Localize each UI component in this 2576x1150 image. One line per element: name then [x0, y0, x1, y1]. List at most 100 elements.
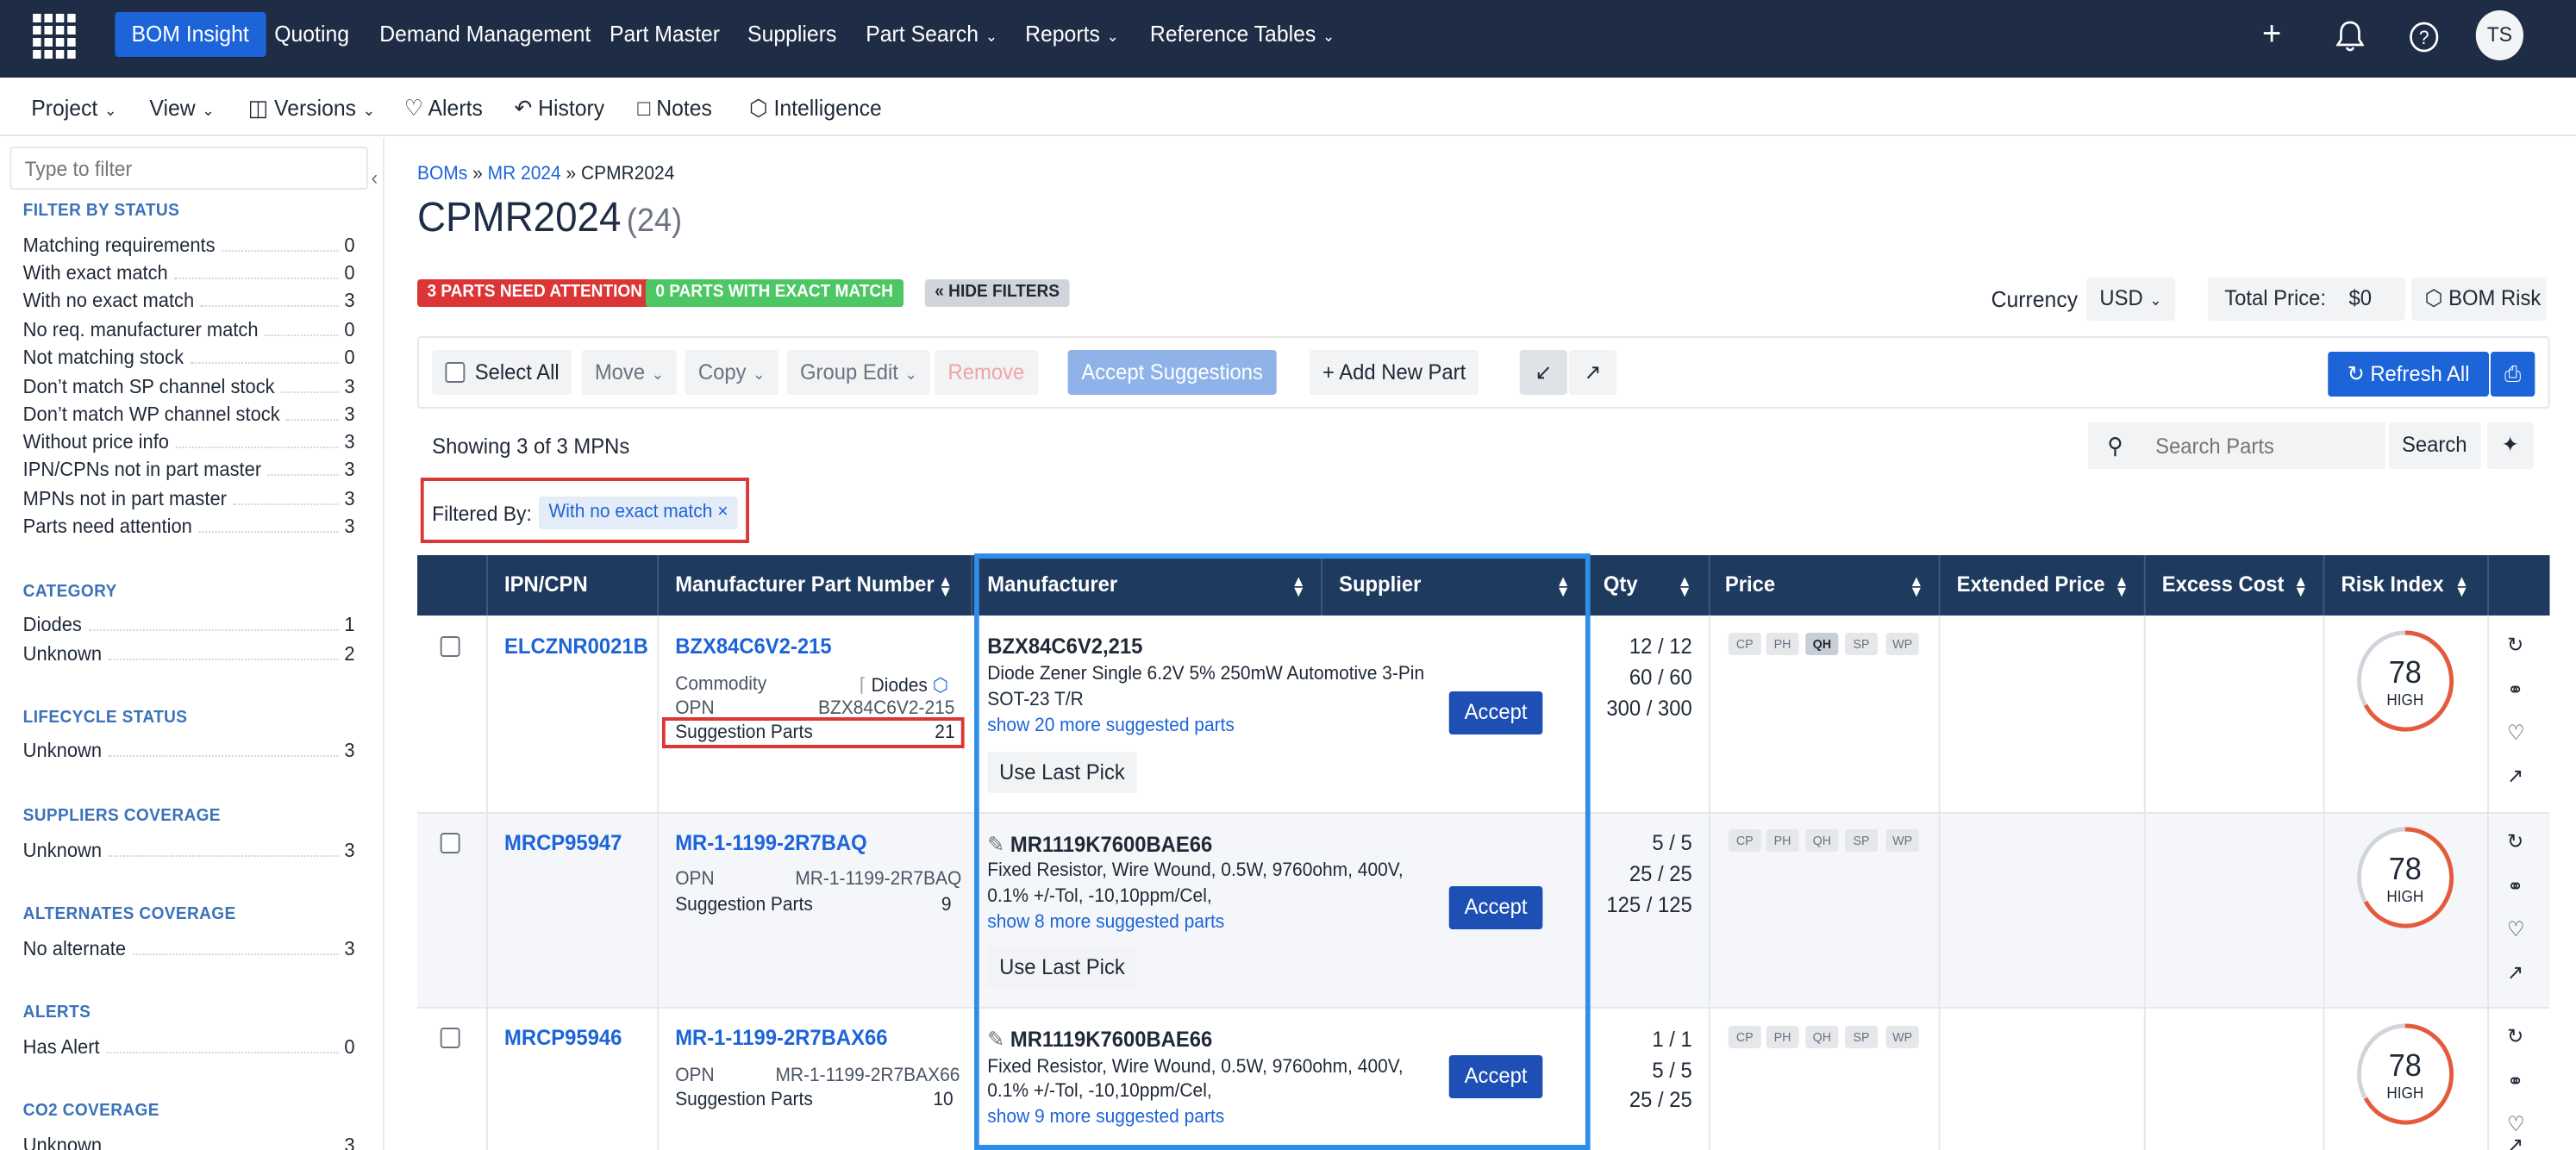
suppliers-filter-item[interactable]: Unknown 3	[23, 840, 355, 864]
show-more-suggestions-link[interactable]: show 9 more suggested parts	[987, 1107, 1224, 1128]
versions-menu[interactable]: ◫ Versions ⌄	[248, 95, 375, 122]
status-filter-item[interactable]: Don’t match SP channel stock 3	[23, 376, 355, 400]
checkbox[interactable]	[445, 362, 466, 383]
copy-button[interactable]: Copy ⌄	[685, 350, 778, 395]
alerts-filter-item[interactable]: Has Alert 0	[23, 1036, 355, 1060]
price-tag-qh[interactable]: QH	[1805, 829, 1839, 852]
move-button[interactable]: Move ⌄	[581, 350, 678, 395]
accept-button[interactable]: Accept	[1448, 886, 1543, 929]
status-filter-item[interactable]: MPNs not in part master 3	[23, 488, 355, 512]
price-tag-cp[interactable]: CP	[1728, 633, 1761, 655]
price-tag-cp[interactable]: CP	[1728, 829, 1761, 852]
sort-icon[interactable]: ▲ ▼	[2115, 573, 2129, 599]
row-checkbox[interactable]	[440, 1028, 460, 1048]
bom-risk-button[interactable]: ⬡ BOM Risk	[2411, 278, 2547, 321]
ipn-link[interactable]: MRCP95947	[504, 831, 622, 855]
show-more-suggestions-link[interactable]: show 20 more suggested parts	[987, 716, 1235, 736]
breadcrumb-mr[interactable]: MR 2024	[488, 164, 561, 184]
close-icon[interactable]: ×	[717, 502, 728, 522]
column-price[interactable]: Price	[1725, 555, 1775, 616]
project-menu[interactable]: Project ⌄	[31, 95, 116, 121]
use-last-pick-button[interactable]: Use Last Pick	[987, 947, 1137, 988]
column-risk-index[interactable]: Risk Index	[2341, 555, 2443, 616]
column-ipn[interactable]: IPN/CPN	[504, 555, 588, 616]
currency-select[interactable]: USD ⌄	[2086, 278, 2176, 321]
collapse-rows-icon[interactable]: ↙	[1519, 350, 1567, 395]
sidebar-filter-input[interactable]	[9, 147, 368, 190]
suggestion-parts-count[interactable]: 21	[935, 722, 954, 743]
nav-reference-tables[interactable]: Reference Tables ⌄	[1150, 21, 1335, 47]
price-tag-wp[interactable]: WP	[1885, 633, 1919, 655]
price-tag-sp[interactable]: SP	[1845, 1026, 1879, 1048]
refresh-options-icon[interactable]: ⎙	[2490, 352, 2535, 397]
co2-filter-item[interactable]: Unknown 3	[23, 1134, 355, 1150]
history-link[interactable]: ↶ History	[514, 95, 604, 122]
row-checkbox[interactable]	[440, 833, 460, 853]
price-tag-ph[interactable]: PH	[1766, 1026, 1799, 1048]
refresh-icon[interactable]: ↻	[2507, 1024, 2523, 1048]
refresh-icon[interactable]: ↻	[2507, 633, 2523, 657]
show-more-suggestions-link[interactable]: show 8 more suggested parts	[987, 912, 1224, 933]
expand-icon[interactable]: ↗	[2507, 764, 2523, 788]
sort-icon[interactable]: ▲ ▼	[2293, 573, 2308, 599]
status-filter-item[interactable]: Don’t match WP channel stock 3	[23, 403, 355, 428]
status-filter-item[interactable]: Parts need attention 3	[23, 516, 355, 540]
bell-icon[interactable]: ♡	[2507, 721, 2525, 745]
sort-icon[interactable]: ▲ ▼	[2454, 573, 2469, 599]
sort-icon[interactable]: ▲ ▼	[938, 573, 953, 599]
lifecycle-filter-item[interactable]: Unknown 3	[23, 740, 355, 764]
accept-suggestions-button[interactable]: Accept Suggestions	[1067, 350, 1277, 395]
collapse-sidebar-icon[interactable]: ‹	[372, 166, 378, 190]
nav-part-search[interactable]: Part Search ⌄	[866, 21, 997, 47]
category-filter-item[interactable]: Unknown 2	[23, 643, 355, 667]
sort-icon[interactable]: ▲ ▼	[1909, 573, 1923, 599]
magic-icon[interactable]: ✦	[2487, 422, 2534, 469]
filter-chip[interactable]: With no exact match ×	[539, 497, 738, 529]
price-tag-wp[interactable]: WP	[1885, 1026, 1919, 1048]
group-edit-button[interactable]: Group Edit ⌄	[786, 350, 931, 395]
accept-button[interactable]: Accept	[1448, 1055, 1543, 1098]
alternates-filter-item[interactable]: No alternate 3	[23, 938, 355, 962]
status-filter-item[interactable]: With exact match 0	[23, 262, 355, 286]
price-tag-ph[interactable]: PH	[1766, 633, 1799, 655]
notes-link[interactable]: □ Notes	[637, 95, 712, 121]
column-extended-price[interactable]: Extended Price	[1957, 555, 2105, 616]
view-menu[interactable]: View ⌄	[149, 95, 214, 121]
use-last-pick-button[interactable]: Use Last Pick	[987, 752, 1137, 793]
nav-suppliers[interactable]: Suppliers	[747, 21, 836, 47]
sort-icon[interactable]: ▲ ▼	[1291, 573, 1306, 599]
accept-button[interactable]: Accept	[1448, 691, 1543, 734]
column-manufacturer[interactable]: Manufacturer	[987, 555, 1117, 616]
alerts-link[interactable]: ♡ Alerts	[404, 95, 483, 122]
price-tag-sp[interactable]: SP	[1845, 633, 1879, 655]
avatar[interactable]: TS	[2475, 10, 2524, 60]
price-tag-qh[interactable]: QH	[1805, 633, 1839, 655]
status-filter-item[interactable]: IPN/CPNs not in part master 3	[23, 459, 355, 483]
suggestion-parts-count[interactable]: 9	[941, 895, 952, 916]
sort-icon[interactable]: ▲ ▼	[1678, 573, 1692, 599]
attention-badge[interactable]: 3 PARTS NEED ATTENTION	[417, 279, 653, 307]
search-button[interactable]: Search	[2388, 422, 2480, 469]
status-filter-item[interactable]: With no exact match 3	[23, 290, 355, 314]
add-new-part-button[interactable]: + Add New Part	[1309, 350, 1479, 395]
bell-icon[interactable]	[2335, 21, 2365, 53]
nav-bom-insight[interactable]: BOM Insight	[115, 12, 266, 57]
column-mpn[interactable]: Manufacturer Part Number	[675, 555, 934, 616]
category-filter-item[interactable]: Diodes 1	[23, 614, 355, 638]
ipn-link[interactable]: MRCP95946	[504, 1026, 622, 1050]
link-icon[interactable]: ⚭	[2507, 1069, 2523, 1093]
nav-part-master[interactable]: Part Master	[610, 21, 720, 47]
select-all-button[interactable]: Select All	[432, 350, 572, 395]
sort-icon[interactable]: ▲ ▼	[1556, 573, 1571, 599]
column-supplier[interactable]: Supplier	[1339, 555, 1421, 616]
price-tag-sp[interactable]: SP	[1845, 829, 1879, 852]
link-icon[interactable]: ⚭	[2507, 874, 2523, 898]
link-icon[interactable]: ⚭	[2507, 678, 2523, 702]
search-icon[interactable]: ⚲	[2088, 422, 2142, 469]
mpn-link[interactable]: MR-1-1199-2R7BAQ	[675, 831, 866, 855]
nav-reports[interactable]: Reports ⌄	[1025, 21, 1119, 47]
remove-button[interactable]: Remove	[935, 350, 1038, 395]
ipn-link[interactable]: ELCZNR0021B	[504, 634, 648, 659]
status-filter-item[interactable]: Not matching stock 0	[23, 347, 355, 371]
bell-icon[interactable]: ♡	[2507, 917, 2525, 941]
